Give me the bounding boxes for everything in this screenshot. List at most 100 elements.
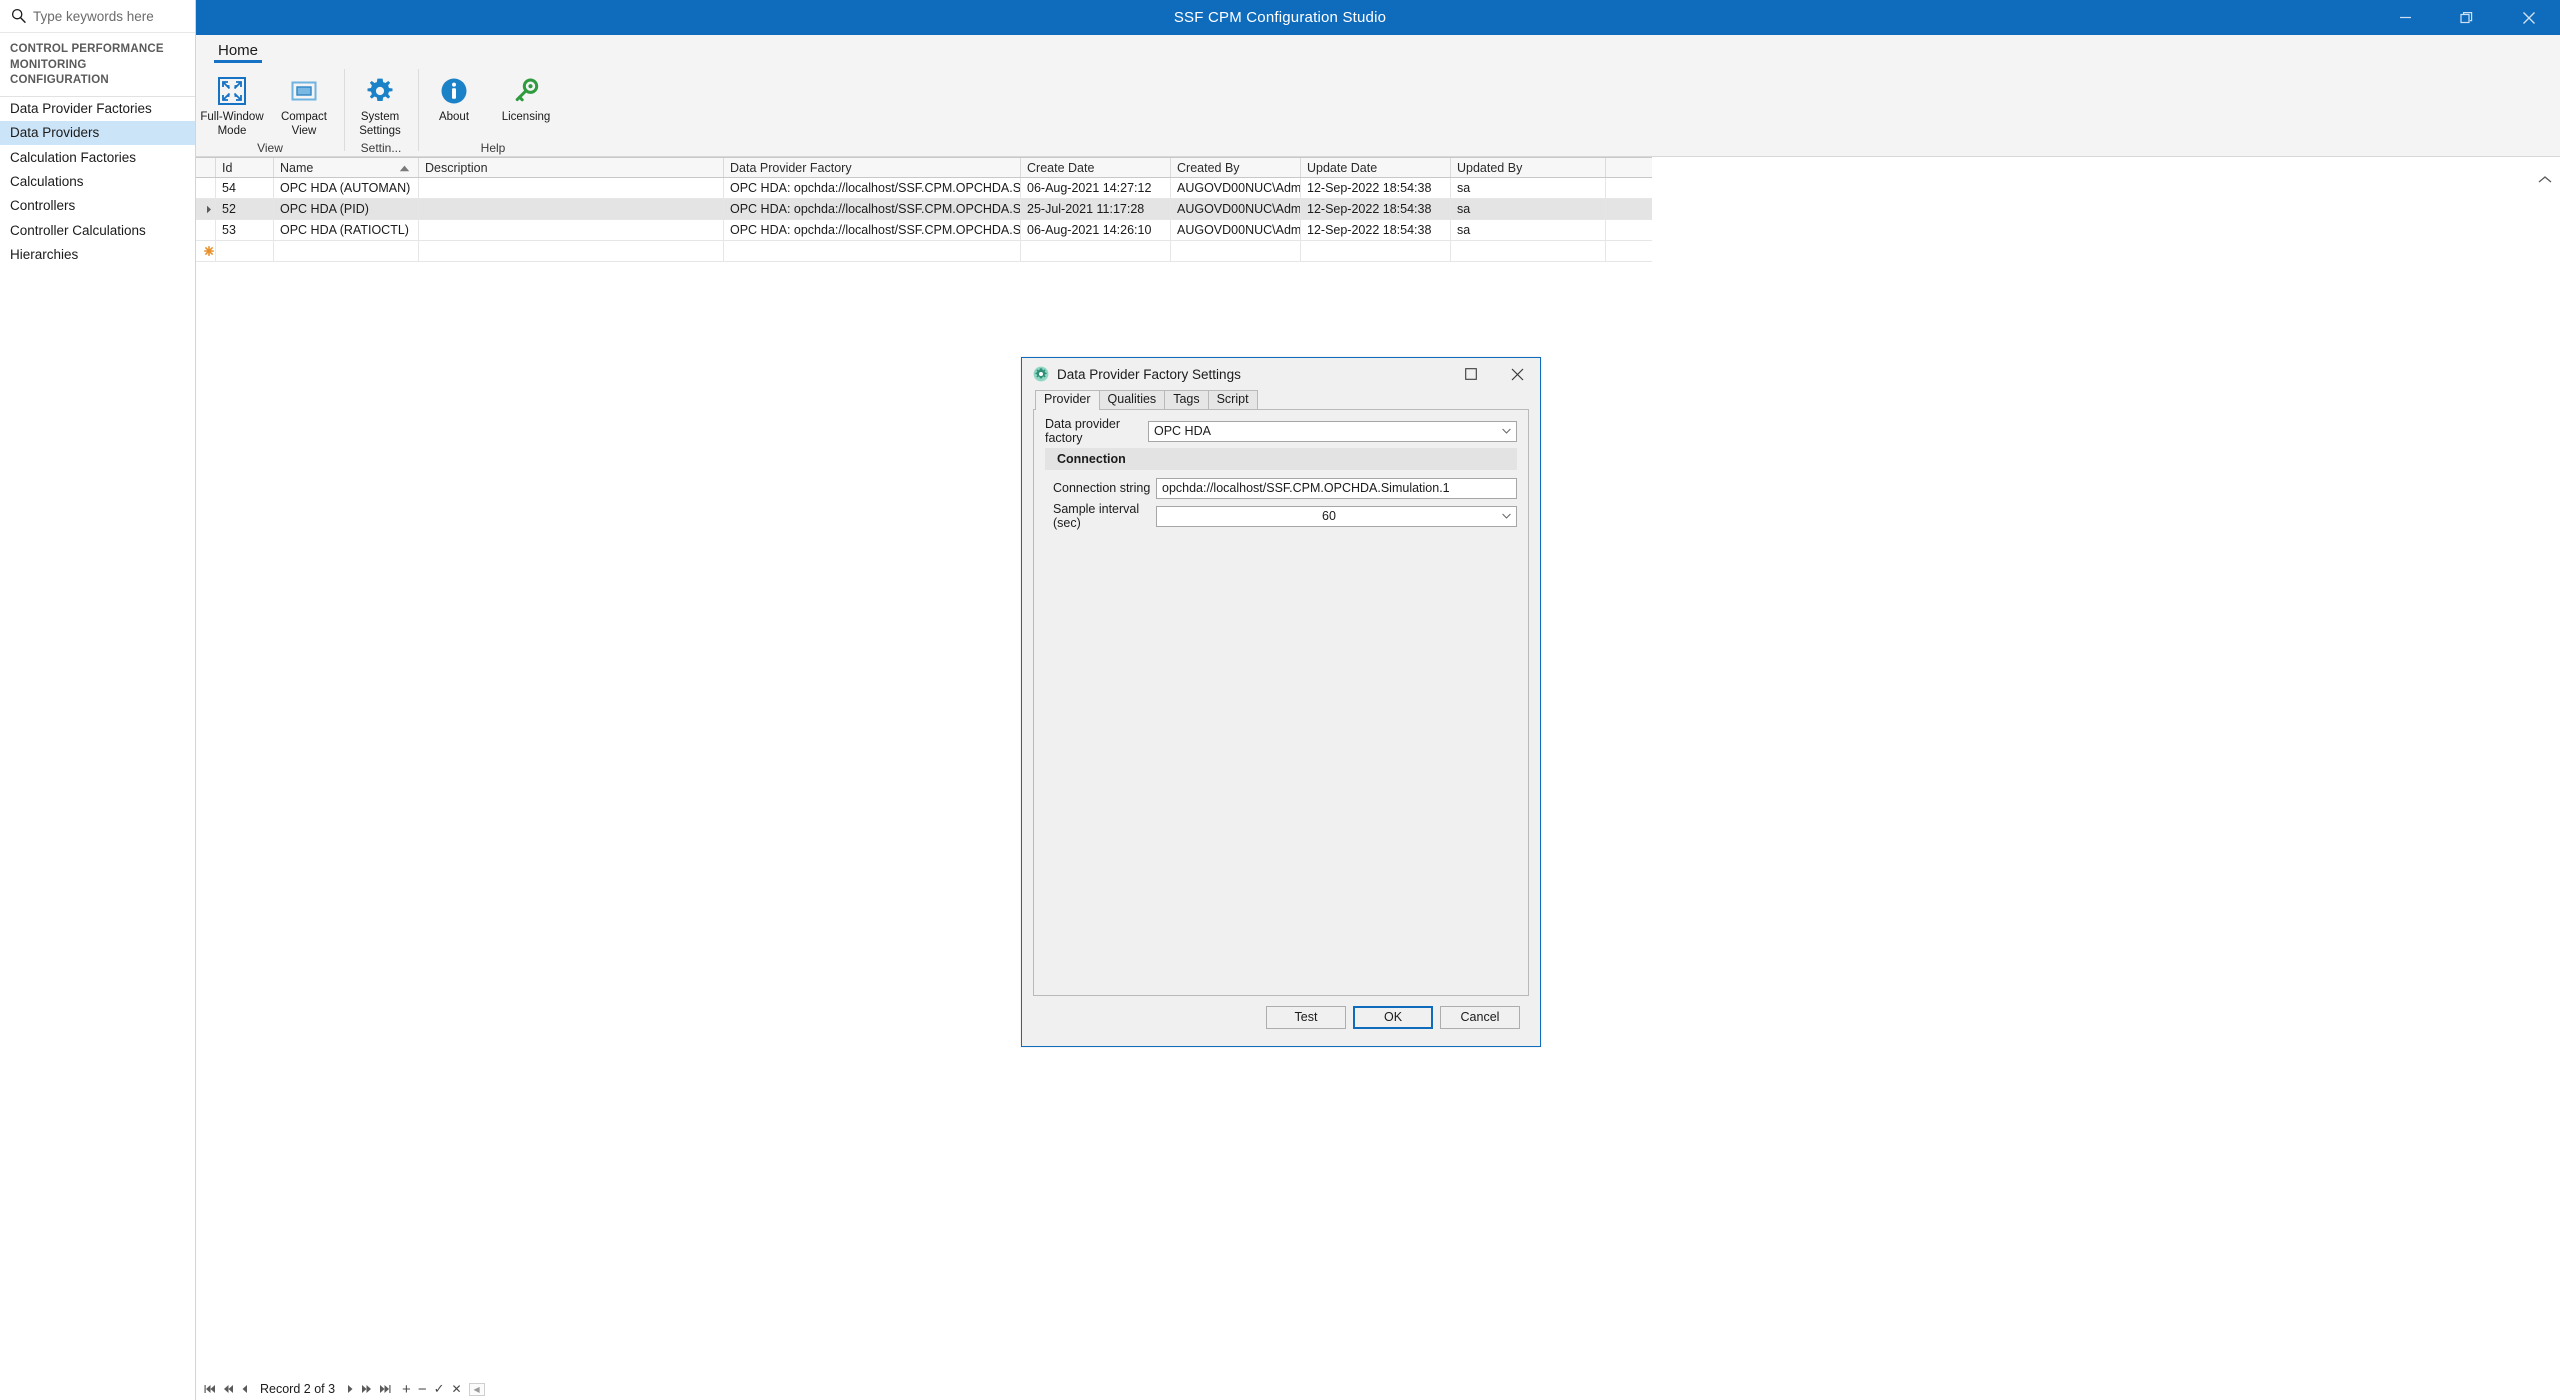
- compact-view-button[interactable]: Compact View: [268, 70, 340, 139]
- grid-header-description[interactable]: Description: [419, 158, 724, 177]
- dialog-tab-strip: Provider Qualities Tags Script: [1022, 390, 1540, 410]
- cancel-button[interactable]: Cancel: [1440, 1005, 1520, 1029]
- dialog-tab-tags[interactable]: Tags: [1164, 390, 1209, 410]
- table-row[interactable]: 54 OPC HDA (AUTOMAN) OPC HDA: opchda://loc…: [196, 178, 1652, 199]
- about-button[interactable]: About: [418, 70, 490, 125]
- grid-cell-id[interactable]: 52: [216, 199, 274, 219]
- grid-header-factory[interactable]: Data Provider Factory: [724, 158, 1021, 177]
- search-box[interactable]: Type keywords here: [0, 0, 195, 33]
- new-record-cell[interactable]: [216, 241, 274, 261]
- previous-page-button[interactable]: [223, 1384, 234, 1394]
- new-record-cell[interactable]: [1021, 241, 1171, 261]
- close-button[interactable]: [2498, 0, 2560, 35]
- grid-cell-create-date[interactable]: 25-Jul-2021 11:17:28: [1021, 199, 1171, 219]
- sidebar-item-calculation-factories[interactable]: Calculation Factories: [0, 145, 195, 169]
- grid-header-created-by[interactable]: Created By: [1171, 158, 1301, 177]
- cancel-edit-button[interactable]: ✕: [451, 1382, 461, 1396]
- collapse-ribbon-icon[interactable]: [2538, 175, 2552, 187]
- search-icon: [10, 7, 28, 25]
- sample-interval-input[interactable]: 60: [1156, 505, 1517, 527]
- delete-record-button[interactable]: −: [418, 1381, 427, 1398]
- grid-cell-update-date[interactable]: 12-Sep-2022 18:54:38: [1301, 220, 1451, 240]
- new-record-cell[interactable]: [724, 241, 1021, 261]
- grid-cell-created-by-text: AUGOVD00NUC\Administra...: [1177, 202, 1301, 216]
- sidebar-nav-list: Data Provider Factories Data Providers Cal…: [0, 97, 195, 267]
- accept-edit-button[interactable]: ✓: [434, 1381, 445, 1397]
- tab-home[interactable]: Home: [210, 42, 266, 63]
- grid-cell-updated-by[interactable]: sa: [1451, 220, 1606, 240]
- new-record-cell[interactable]: [1301, 241, 1451, 261]
- grid-body: 54 OPC HDA (AUTOMAN) OPC HDA: opchda://loc…: [196, 178, 1652, 262]
- sidebar-item-data-providers[interactable]: Data Providers: [0, 120, 195, 146]
- grid-cell-create-date[interactable]: 06-Aug-2021 14:26:10: [1021, 220, 1171, 240]
- grid-cell-create-date[interactable]: 06-Aug-2021 14:27:12: [1021, 178, 1171, 198]
- data-provider-factory-select[interactable]: OPC HDA: [1148, 420, 1517, 442]
- grid-cell-id[interactable]: 54: [216, 178, 274, 198]
- grid-cell-name[interactable]: OPC HDA (PID): [274, 199, 419, 219]
- new-record-cell[interactable]: [1171, 241, 1301, 261]
- grid-header-update-date[interactable]: Update Date: [1301, 158, 1451, 177]
- add-record-button[interactable]: +: [402, 1381, 411, 1398]
- licensing-button[interactable]: Licensing: [490, 70, 562, 125]
- next-record-button[interactable]: [347, 1384, 354, 1394]
- dialog-tab-qualities[interactable]: Qualities: [1098, 390, 1166, 410]
- new-record-row[interactable]: [196, 241, 1652, 262]
- dialog-close-button[interactable]: [1494, 358, 1540, 390]
- table-row[interactable]: 52 OPC HDA (PID) OPC HDA: opchda://localho…: [196, 199, 1652, 220]
- dialog-maximize-button[interactable]: [1448, 358, 1494, 390]
- grid-cell-factory[interactable]: OPC HDA: opchda://localhost/SSF.CPM.OPCH…: [724, 178, 1021, 198]
- next-page-button[interactable]: [361, 1384, 372, 1394]
- dialog-tab-script[interactable]: Script: [1207, 390, 1258, 410]
- sidebar-item-controller-calculations[interactable]: Controller Calculations: [0, 218, 195, 242]
- grid-header-create-date[interactable]: Create Date: [1021, 158, 1171, 177]
- last-record-button[interactable]: [379, 1384, 391, 1394]
- new-record-cell[interactable]: [419, 241, 724, 261]
- grid-cell-update-date[interactable]: 12-Sep-2022 18:54:38: [1301, 178, 1451, 198]
- minimize-button[interactable]: [2374, 0, 2436, 35]
- grid-cell-updated-by[interactable]: sa: [1451, 199, 1606, 219]
- sidebar-item-calculations[interactable]: Calculations: [0, 169, 195, 193]
- connection-string-row: Connection string opchda://localhost/SSF…: [1045, 477, 1517, 499]
- grid-cell-name[interactable]: OPC HDA (RATIOCTL): [274, 220, 419, 240]
- data-provider-factory-settings-dialog: Data Provider Factory Settings Provider Q…: [1021, 357, 1541, 1047]
- sidebar-item-controllers[interactable]: Controllers: [0, 194, 195, 218]
- grid-cell-factory[interactable]: OPC HDA: opchda://localhost/SSF.CPM.OPCH…: [724, 199, 1021, 219]
- grid-header-updated-by[interactable]: Updated By: [1451, 158, 1606, 177]
- grid-header-name[interactable]: Name: [274, 158, 419, 177]
- test-button[interactable]: Test: [1266, 1005, 1346, 1029]
- horizontal-scroll-left-button[interactable]: ◀: [468, 1382, 485, 1396]
- grid-cell-description[interactable]: [419, 178, 724, 198]
- sample-interval-label: Sample interval (sec): [1053, 502, 1140, 530]
- grid-header-id[interactable]: Id: [216, 158, 274, 177]
- system-settings-button[interactable]: System Settings: [344, 70, 416, 139]
- first-record-button[interactable]: [204, 1384, 216, 1394]
- connection-string-value: opchda://localhost/SSF.CPM.OPCHDA.Simula…: [1162, 481, 1450, 495]
- ok-button[interactable]: OK: [1353, 1005, 1433, 1029]
- grid-cell-created-by[interactable]: AUGOVD00NUC\Administra...: [1171, 178, 1301, 198]
- grid-cell-update-date[interactable]: 12-Sep-2022 18:54:38: [1301, 199, 1451, 219]
- info-icon: [440, 74, 468, 108]
- search-input[interactable]: Type keywords here: [33, 9, 154, 24]
- dialog-tab-provider[interactable]: Provider: [1035, 390, 1100, 410]
- sidebar-item-hierarchies[interactable]: Hierarchies: [0, 242, 195, 266]
- grid-cell-created-by[interactable]: AUGOVD00NUC\Administra...: [1171, 220, 1301, 240]
- previous-record-button[interactable]: [241, 1384, 248, 1394]
- new-record-cell[interactable]: [1451, 241, 1606, 261]
- sample-interval-row: Sample interval (sec) 60: [1045, 502, 1517, 530]
- grid-cell-name[interactable]: OPC HDA (AUTOMAN): [274, 178, 419, 198]
- connection-string-input[interactable]: opchda://localhost/SSF.CPM.OPCHDA.Simula…: [1156, 477, 1517, 499]
- table-row[interactable]: 53 OPC HDA (RATIOCTL) OPC HDA: opchda://lo…: [196, 220, 1652, 241]
- grid-cell-id[interactable]: 53: [216, 220, 274, 240]
- grid-cell-update-date-text: 12-Sep-2022 18:54:38: [1307, 223, 1432, 237]
- new-record-cell[interactable]: [274, 241, 419, 261]
- restore-button[interactable]: [2436, 0, 2498, 35]
- grid-cell-updated-by[interactable]: sa: [1451, 178, 1606, 198]
- grid-cell-created-by[interactable]: AUGOVD00NUC\Administra...: [1171, 199, 1301, 219]
- spinner-down-icon[interactable]: [1496, 507, 1516, 526]
- grid-cell-create-date-text: 06-Aug-2021 14:26:10: [1027, 223, 1152, 237]
- grid-cell-description[interactable]: [419, 199, 724, 219]
- sidebar-item-data-provider-factories[interactable]: Data Provider Factories: [0, 97, 195, 121]
- grid-cell-description[interactable]: [419, 220, 724, 240]
- full-window-mode-button[interactable]: Full-Window Mode: [196, 70, 268, 139]
- grid-cell-factory[interactable]: OPC HDA: opchda://localhost/SSF.CPM.OPCH…: [724, 220, 1021, 240]
